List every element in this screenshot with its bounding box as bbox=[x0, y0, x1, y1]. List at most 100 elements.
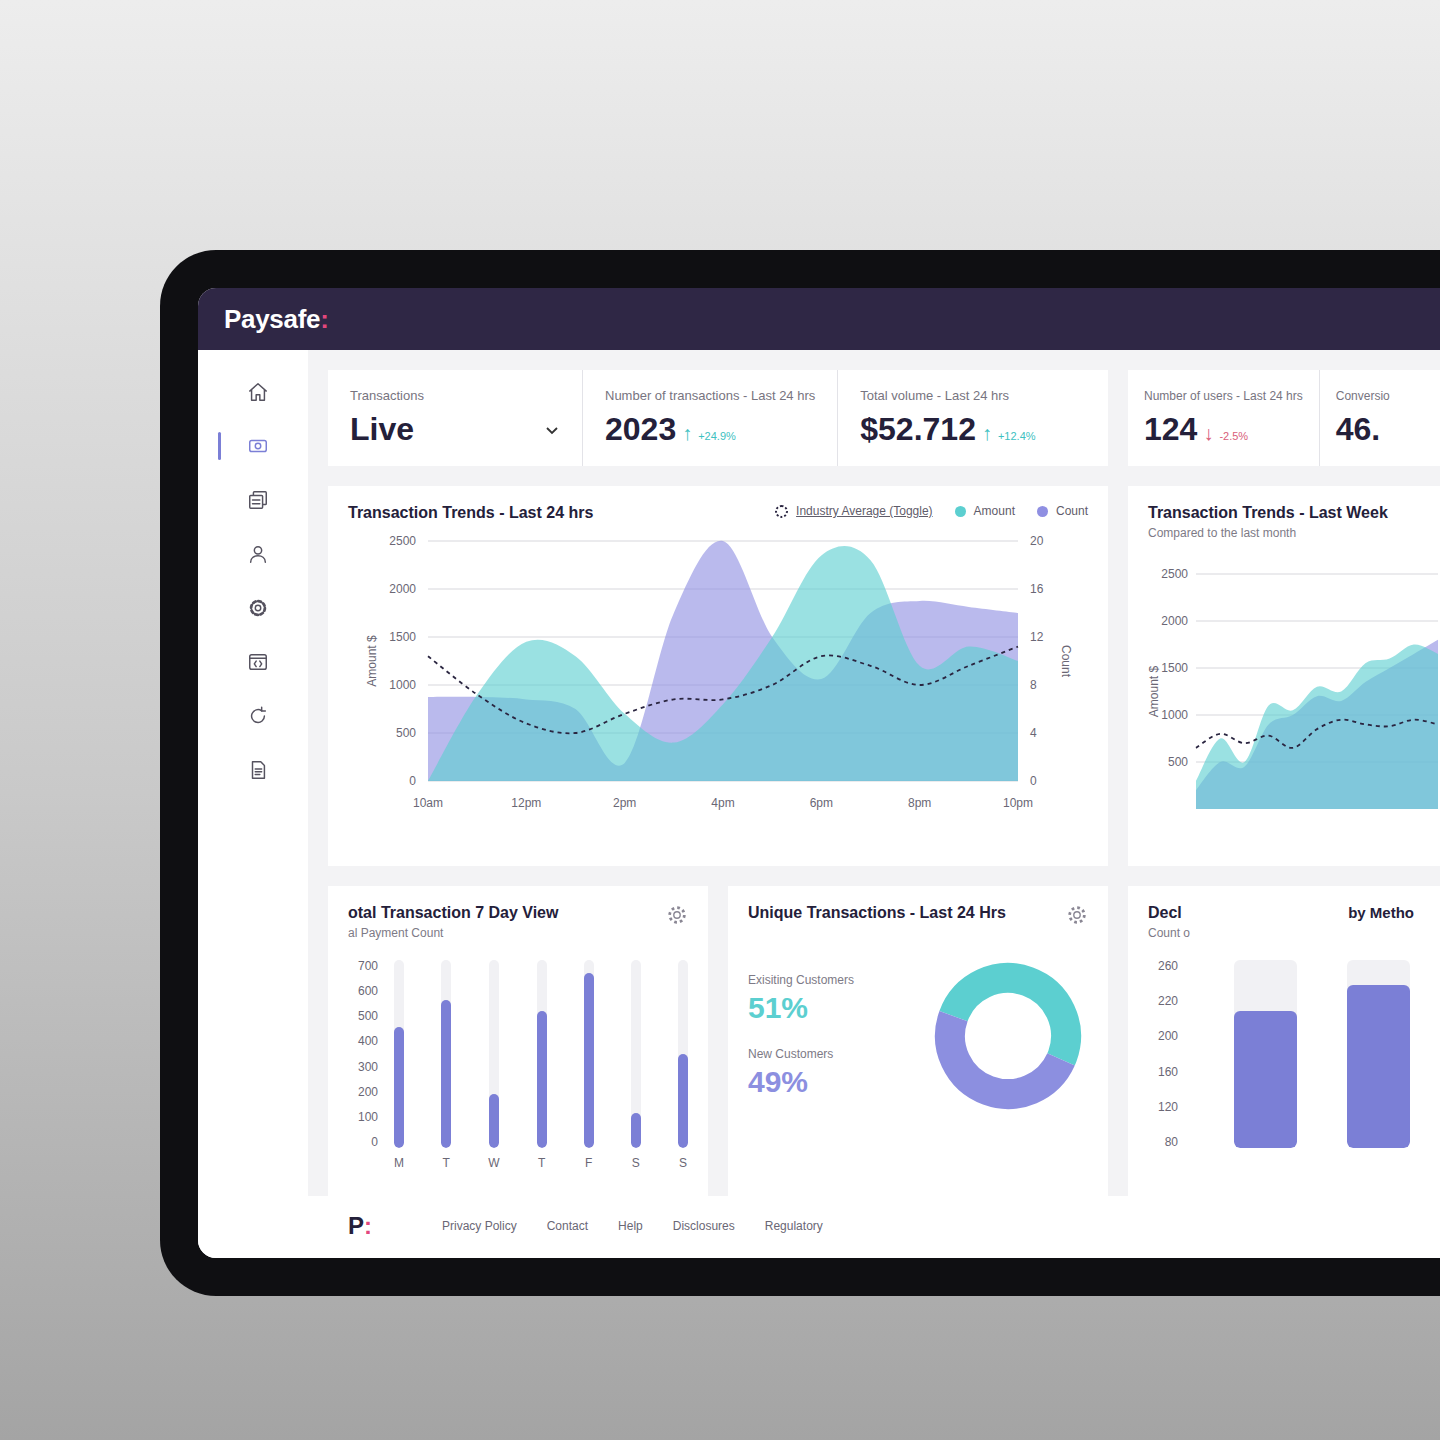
sidebar-item[interactable] bbox=[218, 594, 288, 622]
bar-column: T bbox=[537, 960, 547, 1170]
stat-row: 46. bbox=[1336, 411, 1390, 448]
segment-list: Exisiting Customers 51%New Customers 49% bbox=[748, 973, 854, 1099]
logo-mark: : bbox=[320, 304, 328, 334]
gear-icon[interactable] bbox=[666, 904, 688, 926]
trend-arrow: ↑ bbox=[682, 422, 692, 445]
top-bar: Paysafe: bbox=[198, 288, 1440, 350]
stat-row: 124 ↓ -2.5% bbox=[1144, 411, 1303, 448]
x-tick: 4pm bbox=[711, 796, 734, 810]
tablet: Paysafe: Transactions Live Number of tra… bbox=[160, 250, 1440, 1296]
chevron-down-icon[interactable] bbox=[544, 422, 560, 438]
stat-label: Transactions bbox=[350, 388, 560, 403]
bar-column: F bbox=[584, 960, 594, 1170]
footer-link[interactable]: Regulatory bbox=[765, 1219, 823, 1233]
y-tick: 1000 bbox=[1161, 708, 1188, 722]
unique-card: Unique Transactions - Last 24 Hrs Exisit… bbox=[728, 886, 1108, 1196]
card-subtitle: Count o bbox=[1148, 926, 1190, 940]
stat[interactable]: Transactions Live bbox=[328, 370, 582, 466]
card-titles: Decl Count o bbox=[1148, 904, 1190, 940]
trends-week-chart: 5001000150020002500Amount $ bbox=[1148, 554, 1438, 824]
home-icon bbox=[247, 381, 269, 403]
y-axis: 7006005004003002001000 bbox=[348, 960, 378, 1170]
segment: Exisiting Customers 51% bbox=[748, 973, 854, 1025]
refresh-icon bbox=[247, 705, 269, 727]
footer-link[interactable]: Privacy Policy bbox=[442, 1219, 517, 1233]
user-icon bbox=[247, 543, 269, 565]
bar-track bbox=[584, 960, 594, 1148]
y-axis-label: Amount $ bbox=[1148, 665, 1161, 717]
sidebar-item[interactable] bbox=[218, 486, 288, 514]
y-tick: 700 bbox=[348, 960, 378, 972]
card-header: otal Transaction 7 Day View al Payment C… bbox=[348, 904, 688, 940]
y-tick: 500 bbox=[396, 726, 416, 740]
sidebar-item[interactable] bbox=[218, 756, 288, 784]
x-tick: 6pm bbox=[810, 796, 833, 810]
y-tick: 0 bbox=[409, 774, 416, 788]
footer-link[interactable]: Disclosures bbox=[673, 1219, 735, 1233]
y-tick: 1000 bbox=[389, 678, 416, 692]
gear-icon bbox=[247, 597, 269, 619]
file-icon bbox=[247, 759, 269, 781]
stat-value: 124 bbox=[1144, 411, 1197, 448]
bar-column: W bbox=[488, 960, 499, 1170]
x-tick: 10pm bbox=[1003, 796, 1033, 810]
bar[interactable] bbox=[1347, 985, 1410, 1148]
footer-link[interactable]: Help bbox=[618, 1219, 643, 1233]
bar-track bbox=[537, 960, 547, 1148]
bar[interactable] bbox=[441, 1000, 451, 1148]
bar[interactable] bbox=[489, 1094, 499, 1148]
legend-label: Count bbox=[1056, 504, 1088, 518]
chart-header: Transaction Trends - Last 24 hrs Industr… bbox=[348, 504, 1088, 522]
y-axis-label: Amount $ bbox=[365, 635, 379, 687]
bars bbox=[1194, 960, 1410, 1170]
card-header: Unique Transactions - Last 24 Hrs bbox=[748, 904, 1088, 926]
bar[interactable] bbox=[631, 1113, 641, 1148]
seven-day-card: otal Transaction 7 Day View al Payment C… bbox=[328, 886, 708, 1196]
bar-column: S bbox=[631, 960, 641, 1170]
area-series bbox=[1196, 640, 1438, 809]
sidebar-item[interactable] bbox=[218, 702, 288, 730]
legend-item: Amount bbox=[955, 504, 1015, 518]
segment-label: New Customers bbox=[748, 1047, 854, 1061]
bar[interactable] bbox=[678, 1054, 688, 1148]
y-tick: 500 bbox=[1168, 755, 1188, 769]
screen: Paysafe: Transactions Live Number of tra… bbox=[198, 288, 1440, 1258]
stat-value: $52.712 bbox=[860, 411, 976, 448]
y2-tick: 16 bbox=[1030, 582, 1044, 596]
card-subtitle: Compared to the last month bbox=[1148, 526, 1440, 540]
bar[interactable] bbox=[394, 1027, 404, 1148]
sidebar-item[interactable] bbox=[218, 432, 288, 460]
y-axis: 26022020016012080 bbox=[1148, 960, 1178, 1170]
line-series bbox=[428, 647, 1018, 734]
logo[interactable]: Paysafe: bbox=[224, 304, 329, 335]
y-tick: 160 bbox=[1148, 1066, 1178, 1078]
x-tick: 8pm bbox=[908, 796, 931, 810]
trend-arrow: ↑ bbox=[982, 422, 992, 445]
bar[interactable] bbox=[1234, 1011, 1297, 1148]
bar-track bbox=[394, 960, 404, 1148]
bar-column: T bbox=[441, 960, 451, 1170]
sidebar-item[interactable] bbox=[218, 648, 288, 676]
area-series bbox=[428, 546, 1018, 781]
footer-link[interactable]: Contact bbox=[547, 1219, 588, 1233]
stat: Number of users - Last 24 hrs 124 ↓ -2.5… bbox=[1128, 370, 1319, 466]
legend-item[interactable]: Industry Average (Toggle) bbox=[775, 504, 933, 518]
card-titles: otal Transaction 7 Day View al Payment C… bbox=[348, 904, 558, 940]
y-tick: 600 bbox=[348, 985, 378, 997]
donut-segment[interactable] bbox=[934, 962, 1083, 1111]
legend-label: Industry Average (Toggle) bbox=[796, 504, 933, 518]
bar[interactable] bbox=[537, 1011, 547, 1148]
stat-label: Number of transactions - Last 24 hrs bbox=[605, 388, 815, 403]
sidebar-item[interactable] bbox=[218, 540, 288, 568]
donut-segment[interactable] bbox=[934, 962, 1083, 1111]
gear-icon[interactable] bbox=[1066, 904, 1088, 926]
stat-value: 46. bbox=[1336, 411, 1380, 448]
bar-column: M bbox=[394, 960, 404, 1170]
footer-logo[interactable]: P: bbox=[348, 1212, 372, 1240]
bar[interactable] bbox=[584, 973, 594, 1148]
active-indicator bbox=[218, 432, 221, 460]
sidebar-item[interactable] bbox=[218, 378, 288, 406]
